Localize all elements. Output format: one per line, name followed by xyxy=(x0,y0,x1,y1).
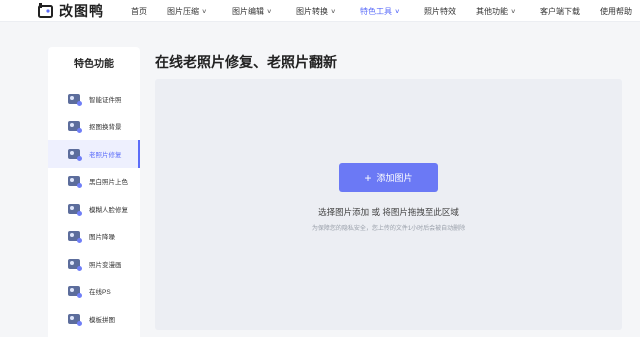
privacy-note: 为保障您的隐私安全，您上传的文件1小时后会被自动删除 xyxy=(311,226,466,232)
nav-item-label: 首页 xyxy=(131,6,147,16)
sidebar-item-8[interactable]: 模板拼图 xyxy=(48,305,140,333)
sidebar-item-label: 图片降噪 xyxy=(89,234,115,242)
upload-drop-zone[interactable]: + 添加图片 选择图片添加 或 将图片拖拽至此区域 为保障您的隐私安全，您上传的… xyxy=(155,79,622,330)
sidebar-item-label: 在线PS xyxy=(89,289,111,297)
chevron-down-icon: ∨ xyxy=(201,8,208,15)
nav-item-label: 特色工具 xyxy=(360,6,392,16)
logo-icon xyxy=(38,3,54,18)
nav-item-5[interactable]: 照片特效 xyxy=(424,0,456,22)
sidebar-item-label: 模板拼图 xyxy=(89,316,115,324)
sidebar-item-1[interactable]: 抠图换背景 xyxy=(48,113,140,141)
cutout-icon xyxy=(68,121,82,134)
sidebar-item-3[interactable]: 黑白照片上色 xyxy=(48,168,140,196)
nav-item-label: 图片转换 xyxy=(296,6,328,16)
nav-item-2[interactable]: 图片编辑 ∨ xyxy=(232,0,273,22)
nav-item-label: 客户端下载 xyxy=(540,6,580,16)
nav-item-label: 照片特效 xyxy=(424,6,456,16)
sidebar-item-label: 模糊人脸修复 xyxy=(89,206,128,214)
sidebar-item-5[interactable]: 图片降噪 xyxy=(48,223,140,251)
chevron-down-icon: ∨ xyxy=(330,8,337,15)
nav-item-label: 使用帮助 xyxy=(600,6,632,16)
drop-hint-text: 选择图片添加 或 将图片拖拽至此区域 xyxy=(318,207,459,217)
logo[interactable]: 改图鸭 xyxy=(38,0,118,22)
nav-item-8[interactable]: 使用帮助 xyxy=(600,0,632,22)
nav-item-label: 图片压缩 xyxy=(167,6,199,16)
nav-item-6[interactable]: 其他功能 ∨ xyxy=(476,0,517,22)
sidebar-item-label: 智能证件照 xyxy=(89,96,122,104)
nav-item-label: 其他功能 xyxy=(476,6,508,16)
top-nav-bar: 改图鸭 首页 图片压缩 ∨ 图片编辑 ∨ 图片转换 ∨ 特色工具 ∨ 照片特效 其他功能 ∨ 客户端下载… xyxy=(0,0,640,22)
sidebar-item-0[interactable]: 智能证件照 xyxy=(48,85,140,113)
photo-restore-icon xyxy=(68,148,82,161)
denoise-icon xyxy=(68,231,82,244)
add-image-label: 添加图片 xyxy=(376,173,413,183)
ps-icon xyxy=(68,286,82,299)
id-photo-icon xyxy=(68,93,82,106)
chevron-down-icon: ∨ xyxy=(266,8,273,15)
nav-item-1[interactable]: 图片压缩 ∨ xyxy=(167,0,208,22)
colorize-icon xyxy=(68,176,82,189)
sidebar-list: 智能证件照抠图换背景老照片修复黑白照片上色 模糊人脸修复 图片降噪照片变漫画在线PS… xyxy=(48,85,140,333)
sidebar-item-label: 黑白照片上色 xyxy=(89,179,128,187)
chevron-down-icon: ∨ xyxy=(510,8,517,15)
feature-sidebar: 特色功能 智能证件照抠图换背景老照片修复黑白照片上色 模糊人脸修复 图片降噪照片变漫… xyxy=(48,47,140,337)
sidebar-item-6[interactable]: 照片变漫画 xyxy=(48,250,140,278)
add-image-button[interactable]: + 添加图片 xyxy=(339,163,438,192)
sidebar-item-label: 照片变漫画 xyxy=(89,261,122,269)
plus-icon: + xyxy=(364,170,372,185)
sidebar-title: 特色功能 xyxy=(74,59,114,70)
nav-item-3[interactable]: 图片转换 ∨ xyxy=(296,0,337,22)
cartoon-icon xyxy=(68,258,82,271)
nav-item-4[interactable]: 特色工具 ∨ xyxy=(360,0,401,22)
sidebar-item-label: 老照片修复 xyxy=(89,151,122,159)
chevron-down-icon: ∨ xyxy=(394,8,401,15)
collage-icon xyxy=(68,313,82,326)
sidebar-item-2[interactable]: 老照片修复 xyxy=(48,140,140,168)
face-restore-icon xyxy=(68,203,82,216)
sidebar-item-7[interactable]: 在线PS xyxy=(48,278,140,306)
nav-item-7[interactable]: 客户端下载 xyxy=(540,0,580,22)
nav-item-label: 图片编辑 xyxy=(232,6,264,16)
page-title: 在线老照片修复、老照片翻新 xyxy=(155,54,337,70)
sidebar-item-label: 抠图换背景 xyxy=(89,124,122,132)
brand-name: 改图鸭 xyxy=(59,2,104,19)
sidebar-item-4[interactable]: 模糊人脸修复 xyxy=(48,195,140,223)
nav-item-0[interactable]: 首页 xyxy=(131,0,147,22)
